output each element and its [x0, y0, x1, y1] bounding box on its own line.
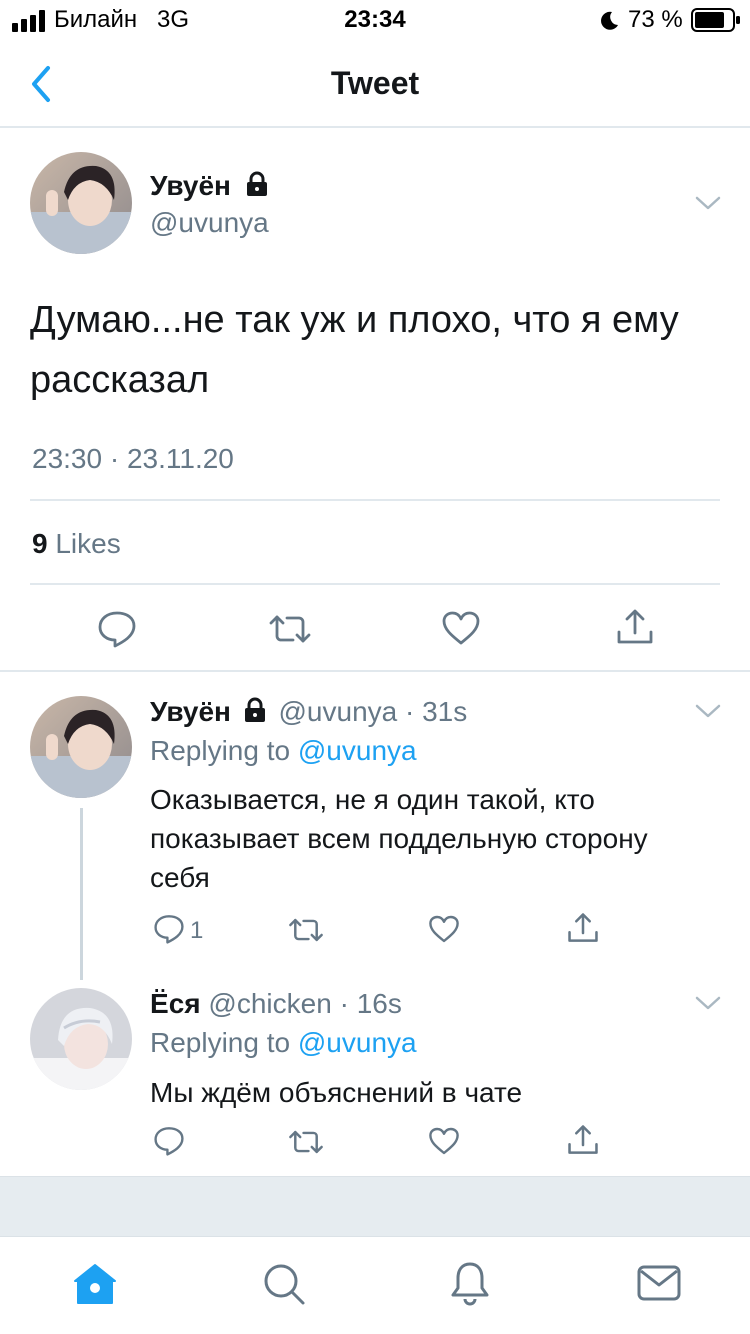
retweet-icon[interactable] [287, 916, 325, 944]
author-handle[interactable]: @uvunya [279, 696, 398, 727]
reply-icon[interactable] [153, 1126, 185, 1156]
share-icon[interactable] [567, 912, 599, 944]
page-title: Tweet [330, 65, 420, 101]
moon-icon [601, 11, 618, 30]
reply-text-line: показывает всем поддельную сторону [150, 823, 648, 854]
thread-line [80, 808, 83, 980]
replying-prefix: Replying to [150, 735, 291, 766]
replying-handle-link[interactable]: @uvunya [298, 735, 417, 766]
retweet-icon[interactable] [287, 1128, 325, 1156]
divider [0, 670, 750, 672]
notifications-icon[interactable] [450, 1260, 490, 1306]
separator-dot: · [331, 988, 357, 1019]
tweet-text: Думаю...не так уж и плохо, что я ему рас… [30, 290, 730, 410]
messages-icon[interactable] [637, 1265, 681, 1301]
retweet-icon[interactable] [267, 612, 313, 646]
reply-time: 16s [356, 988, 402, 1019]
reply-icon[interactable] [97, 610, 137, 648]
share-icon[interactable] [616, 608, 654, 646]
tweet-timestamp: 23:30 · 23.11.20 [32, 443, 234, 474]
reply-count: 1 [190, 917, 204, 944]
author-name[interactable]: Увуён [150, 170, 231, 201]
battery-icon [691, 8, 740, 32]
reply-text: Мы ждём объяснений в чате [150, 1073, 730, 1112]
author-row: Увуён [150, 170, 269, 202]
reply-icon[interactable] [153, 914, 185, 944]
likes-label: Likes [55, 528, 121, 559]
avatar[interactable] [30, 152, 132, 254]
separator-dot: · [397, 696, 423, 727]
chevron-down-icon[interactable] [695, 195, 721, 211]
home-icon[interactable] [72, 1263, 118, 1305]
reply-text-line: Оказывается, не я один такой, кто [150, 784, 595, 815]
tweet-text-line: рассказал [30, 359, 210, 401]
like-icon[interactable] [428, 1126, 460, 1156]
chevron-down-icon[interactable] [695, 995, 721, 1011]
author-handle[interactable]: @chicken [208, 988, 331, 1019]
divider [30, 499, 720, 501]
author-handle[interactable]: @uvunya [150, 207, 269, 239]
replying-to: Replying to @uvunya [150, 1027, 417, 1059]
search-icon[interactable] [262, 1262, 306, 1306]
replying-prefix: Replying to [150, 1027, 291, 1058]
reply-header: Ёся @chicken · 16s [150, 988, 402, 1020]
replying-handle-link[interactable]: @uvunya [298, 1027, 417, 1058]
likes-count: 9 [32, 528, 48, 559]
replying-to: Replying to @uvunya [150, 735, 417, 767]
feed-end-spacer [0, 1176, 750, 1236]
reply-text-line: Мы ждём объяснений в чате [150, 1077, 523, 1108]
like-icon[interactable] [441, 610, 481, 646]
reply-header: Увуён @uvunya · 31s [150, 696, 467, 728]
reply-time: 31s [422, 696, 468, 727]
reply-text: Оказывается, не я один такой, кто показы… [150, 780, 730, 897]
lock-icon [246, 171, 267, 196]
author-name[interactable]: Ёся [150, 988, 201, 1019]
chevron-down-icon[interactable] [695, 703, 721, 719]
share-icon[interactable] [567, 1124, 599, 1156]
status-bar: Билайн 3G 23:34 73 % [0, 0, 750, 40]
lock-icon [244, 697, 265, 722]
avatar[interactable] [30, 696, 132, 798]
reply-text-line: себя [150, 862, 210, 893]
like-icon[interactable] [428, 914, 460, 944]
likes-stat[interactable]: 9 Likes [32, 528, 121, 560]
battery-percent: 73 % [628, 6, 683, 33]
tweet-text-line: Думаю...не так уж и плохо, что я ему [30, 299, 679, 341]
divider [30, 583, 720, 585]
avatar[interactable] [30, 988, 132, 1090]
author-name[interactable]: Увуён [150, 696, 231, 727]
nav-bar: Tweet [0, 40, 750, 128]
